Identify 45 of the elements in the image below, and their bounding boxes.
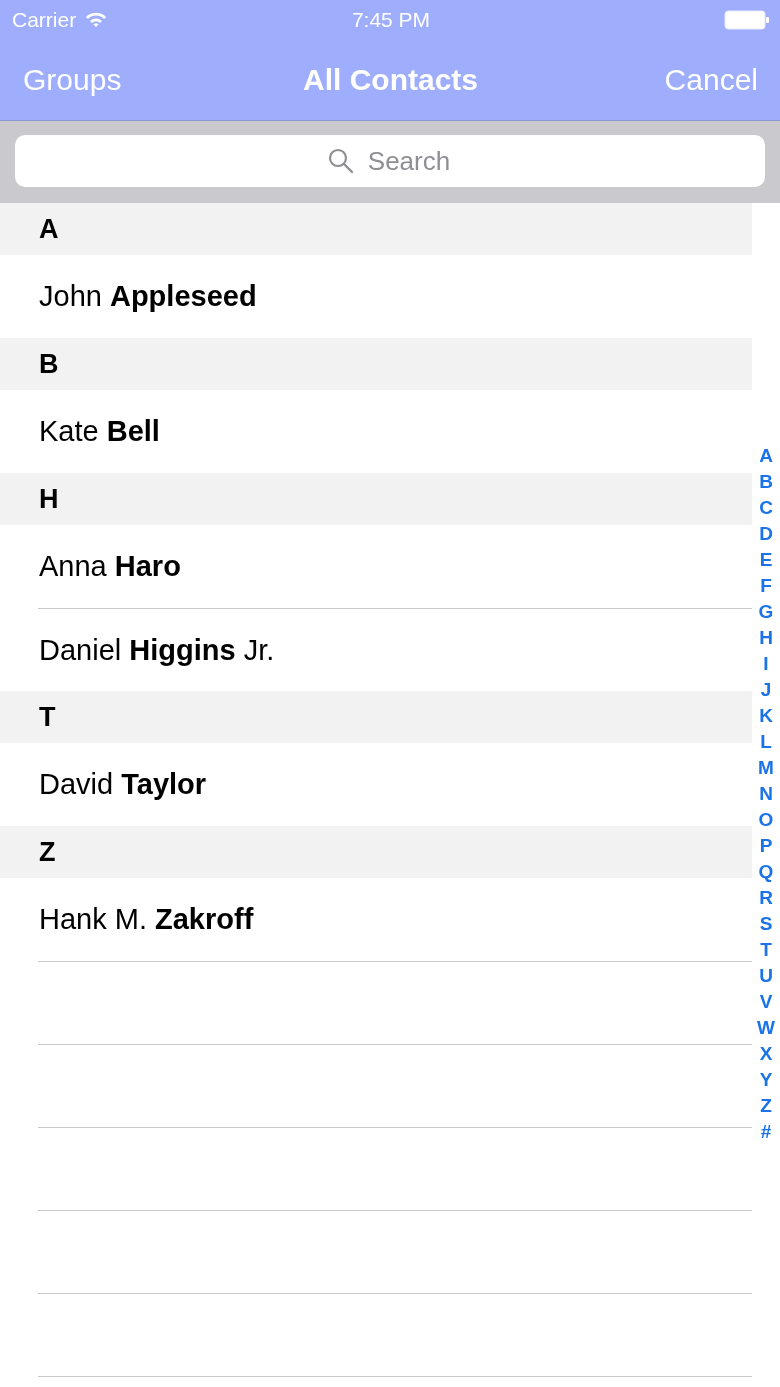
index-letter[interactable]: G — [758, 599, 774, 625]
index-letter[interactable]: E — [759, 547, 773, 573]
index-letter[interactable]: F — [760, 573, 772, 599]
index-letter[interactable]: H — [759, 625, 773, 651]
index-letter[interactable]: Q — [758, 859, 774, 885]
section-header: H — [39, 483, 59, 515]
search-icon — [328, 148, 354, 174]
index-letter[interactable]: A — [759, 443, 773, 469]
contact-name[interactable]: Anna Haro — [38, 550, 181, 583]
index-letter[interactable]: V — [759, 989, 773, 1015]
index-letter[interactable]: N — [759, 781, 773, 807]
index-letter[interactable]: T — [760, 937, 772, 963]
section-header: B — [39, 348, 59, 380]
index-letter[interactable]: D — [759, 521, 773, 547]
battery-icon — [724, 10, 770, 30]
index-letter[interactable]: K — [759, 703, 773, 729]
carrier-name: Carrier — [12, 8, 77, 32]
index-letter[interactable]: S — [759, 911, 773, 937]
index-letter[interactable]: X — [759, 1041, 773, 1067]
index-letter[interactable]: W — [757, 1015, 775, 1041]
contact-name[interactable]: Hank M. Zakroff — [38, 903, 254, 936]
wifi-icon — [84, 11, 109, 29]
section-header: A — [39, 213, 59, 245]
index-letter[interactable]: C — [759, 495, 773, 521]
index-letter[interactable]: J — [760, 677, 772, 703]
index-letter[interactable]: Y — [759, 1067, 773, 1093]
section-header: T — [39, 701, 56, 733]
contact-name[interactable]: Daniel Higgins Jr. — [38, 633, 275, 667]
contact-name[interactable]: Kate Bell — [38, 415, 160, 448]
index-letter[interactable]: L — [760, 729, 772, 755]
index-letter[interactable]: O — [758, 807, 774, 833]
index-letter[interactable]: U — [759, 963, 773, 989]
contact-name[interactable]: John Appleseed — [38, 280, 257, 313]
index-letter[interactable]: R — [759, 885, 773, 911]
index-letter[interactable]: B — [759, 469, 773, 495]
section-header: Z — [39, 836, 56, 868]
search-field[interactable]: Search — [15, 135, 765, 187]
index-letter[interactable]: M — [758, 755, 774, 781]
status-time: 7:45 PM — [351, 8, 431, 32]
contact-name[interactable]: David Taylor — [38, 768, 207, 801]
index-letter[interactable]: # — [760, 1119, 772, 1145]
index-letter[interactable]: P — [759, 833, 773, 859]
nav-title: All Contacts — [302, 63, 479, 97]
index-letter[interactable]: Z — [760, 1093, 772, 1119]
index-letter[interactable]: I — [763, 651, 769, 677]
